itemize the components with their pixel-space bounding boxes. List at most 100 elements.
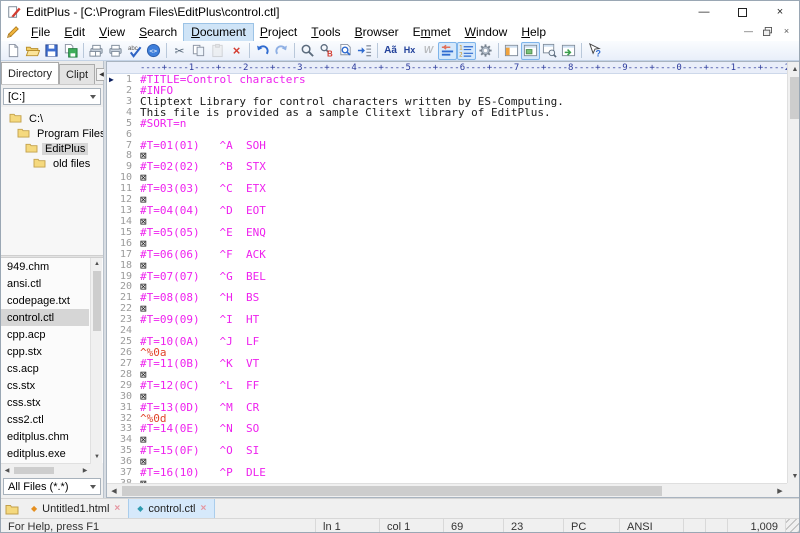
hex-viewer-icon[interactable]: Hx <box>400 42 419 60</box>
scroll-down-icon[interactable]: ▼ <box>788 469 800 483</box>
tree-node[interactable]: EditPlus <box>1 141 103 156</box>
code-line[interactable]: 13#T=04(04) ^D EOT <box>107 205 787 216</box>
menu-file[interactable]: File <box>24 24 57 41</box>
toggle-directory-window-icon[interactable] <box>502 42 521 60</box>
file-list-item[interactable]: cpp.stx <box>1 343 89 360</box>
new-browser-window-icon[interactable] <box>540 42 559 60</box>
file-list-item[interactable]: editplus.chm <box>1 428 89 445</box>
convert-case-icon[interactable]: Aã <box>381 42 400 60</box>
code-line[interactable]: 25#T=10(0A) ^J LF <box>107 336 787 347</box>
code-line[interactable]: 23#T=09(09) ^I HT <box>107 314 787 325</box>
new-file-icon[interactable] <box>4 42 23 60</box>
cut-icon[interactable]: ✂ <box>170 42 189 60</box>
menu-tools[interactable]: Tools <box>304 24 347 41</box>
find-in-files-icon[interactable] <box>336 42 355 60</box>
code-line[interactable]: 15#T=05(05) ^E ENQ <box>107 227 787 238</box>
menu-edit[interactable]: Edit <box>57 24 92 41</box>
scroll-right-icon[interactable]: ▶ <box>773 484 787 498</box>
menu-browser[interactable]: Browser <box>348 24 406 41</box>
mdi-restore-button[interactable] <box>759 23 776 39</box>
code-line[interactable]: 11#T=03(03) ^C ETX <box>107 183 787 194</box>
tree-node[interactable]: Program Files <box>1 126 103 141</box>
mdi-close-button[interactable]: × <box>778 23 795 39</box>
sidebar-tab-clipt[interactable]: Clipt <box>59 64 95 84</box>
code-line[interactable]: 35#T=15(0F) ^O SI <box>107 445 787 456</box>
menu-search[interactable]: Search <box>132 24 184 41</box>
copy-icon[interactable] <box>189 42 208 60</box>
code-area[interactable]: ▶1#TITLE=Control characters2#INFO3Clipte… <box>107 74 787 483</box>
menu-view[interactable]: View <box>92 24 132 41</box>
go-to-line-icon[interactable] <box>355 42 374 60</box>
code-line[interactable]: 4This file is provided as a sample Clite… <box>107 107 787 118</box>
doc-tab-untitled1-html[interactable]: ◆Untitled1.html× <box>23 499 128 518</box>
browser-preview-icon[interactable]: <> <box>144 42 163 60</box>
close-tab-icon[interactable]: × <box>114 503 120 514</box>
save-all-icon[interactable] <box>61 42 80 60</box>
code-line[interactable]: 9#T=02(02) ^B STX <box>107 161 787 172</box>
code-line[interactable]: 37#T=16(10) ^P DLE <box>107 467 787 478</box>
output-window-icon[interactable] <box>559 42 578 60</box>
spell-check-icon[interactable]: abc <box>125 42 144 60</box>
code-line[interactable]: 33#T=14(0E) ^N SO <box>107 424 787 435</box>
code-line[interactable]: 27#T=11(0B) ^K VT <box>107 358 787 369</box>
code-line[interactable]: 17#T=06(06) ^F ACK <box>107 249 787 260</box>
editor-hscrollbar[interactable]: ◀ ▶ <box>107 483 787 497</box>
close-tab-icon[interactable]: × <box>201 503 207 514</box>
find-icon[interactable] <box>298 42 317 60</box>
menu-help[interactable]: Help <box>514 24 553 41</box>
scroll-up-icon[interactable]: ▲ <box>788 62 800 76</box>
editor-pane[interactable]: ----+----1----+----2----+----3----+----4… <box>106 61 800 498</box>
editor-vscrollbar[interactable]: ▲ ▼ <box>787 62 800 483</box>
show-ruler-icon[interactable] <box>438 42 457 60</box>
file-list-item[interactable]: cpp.acp <box>1 326 89 343</box>
scroll-right-icon[interactable]: ▶ <box>79 464 91 476</box>
context-help-icon[interactable]: ? <box>585 42 604 60</box>
resize-grip[interactable] <box>786 519 799 533</box>
menu-document[interactable]: Document <box>184 24 253 41</box>
preferences-icon[interactable] <box>476 42 495 60</box>
close-button[interactable]: × <box>761 1 799 23</box>
file-list-item[interactable]: css2.ctl <box>1 411 89 428</box>
scroll-up-icon[interactable]: ▲ <box>91 258 103 270</box>
maximize-button[interactable] <box>723 1 761 23</box>
code-line[interactable]: 29#T=12(0C) ^L FF <box>107 380 787 391</box>
minimize-button[interactable]: — <box>685 1 723 23</box>
code-line[interactable]: 21#T=08(08) ^H BS <box>107 292 787 303</box>
code-line[interactable]: 31#T=13(0D) ^M CR <box>107 402 787 413</box>
file-list-item[interactable]: control.ctl <box>1 309 89 326</box>
paste-icon[interactable] <box>208 42 227 60</box>
file-list-item[interactable]: 949.chm <box>1 258 89 275</box>
file-list-item[interactable]: css.stx <box>1 394 89 411</box>
print-icon[interactable] <box>106 42 125 60</box>
tree-node[interactable]: C:\ <box>1 111 103 126</box>
save-icon[interactable] <box>42 42 61 60</box>
file-filter-selector[interactable]: All Files (*.*) <box>3 478 101 495</box>
tree-node[interactable]: old files <box>1 156 103 171</box>
menu-project[interactable]: Project <box>253 24 304 41</box>
code-line[interactable]: ▶1#TITLE=Control characters <box>107 74 787 85</box>
show-line-numbers-icon[interactable]: 12 <box>457 42 476 60</box>
file-list-vscrollbar[interactable]: ▲ ▼ <box>90 258 102 463</box>
replace-icon[interactable]: B <box>317 42 336 60</box>
redo-icon[interactable] <box>272 42 291 60</box>
scroll-left-icon[interactable]: ◀ <box>1 464 13 476</box>
file-list-item[interactable]: editplus.exe <box>1 445 89 462</box>
drive-selector[interactable]: [C:] <box>3 88 101 105</box>
doc-tab-control-ctl[interactable]: ◆control.ctl× <box>128 499 215 518</box>
file-list-item[interactable]: codepage.txt <box>1 292 89 309</box>
sidebar-tab-directory[interactable]: Directory <box>1 62 59 84</box>
menu-emmet[interactable]: Emmet <box>406 24 458 41</box>
file-list-item[interactable]: cs.stx <box>1 377 89 394</box>
word-wrap-icon[interactable]: W <box>419 42 438 60</box>
print-preview-icon[interactable] <box>87 42 106 60</box>
scroll-down-icon[interactable]: ▼ <box>91 451 103 463</box>
undo-icon[interactable] <box>253 42 272 60</box>
code-line[interactable]: 7#T=01(01) ^A SOH <box>107 140 787 151</box>
mdi-minimize-button[interactable]: — <box>740 23 757 39</box>
toggle-document-selector-icon[interactable] <box>521 42 540 60</box>
code-line[interactable]: 19#T=07(07) ^G BEL <box>107 271 787 282</box>
folder-icon[interactable] <box>1 499 23 518</box>
menu-window[interactable]: Window <box>458 24 515 41</box>
file-list-item[interactable]: ansi.ctl <box>1 275 89 292</box>
code-line[interactable]: 5#SORT=n <box>107 118 787 129</box>
